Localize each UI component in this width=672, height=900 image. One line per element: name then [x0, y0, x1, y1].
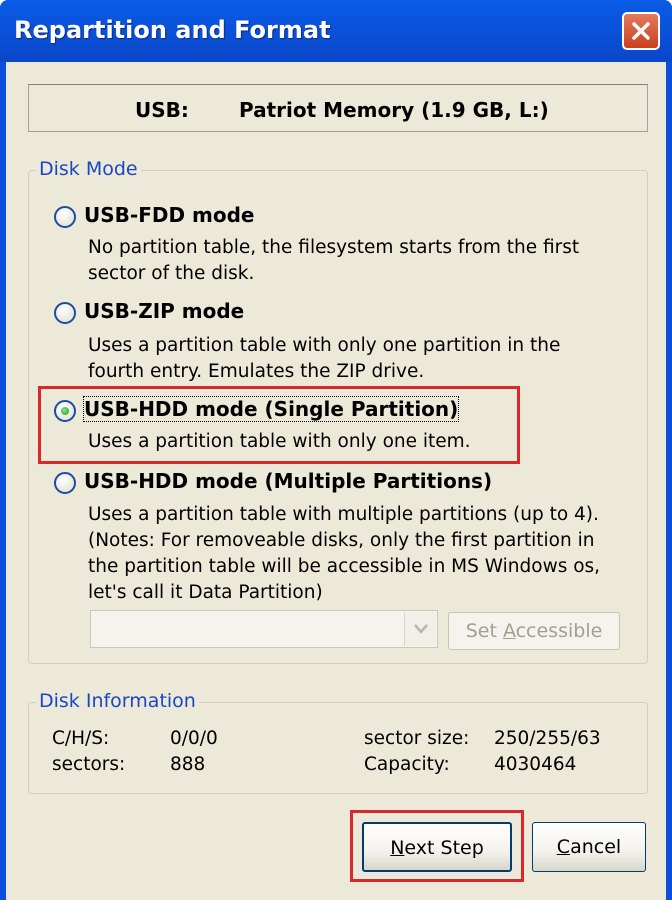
- usb-device-panel: USB: Patriot Memory (1.9 GB, L:): [28, 84, 648, 132]
- button-text: ccessible: [515, 620, 603, 642]
- disk-info-title: Disk Information: [36, 690, 199, 712]
- sectors-value: 888: [170, 754, 206, 775]
- option-description: No partition table, the filesystem start…: [88, 235, 579, 287]
- usb-device-name: Patriot Memory (1.9 GB, L:): [239, 98, 549, 122]
- desc-line: the partition table will be accessible i…: [88, 556, 601, 577]
- radio-selected-dot: [61, 407, 69, 415]
- desc-line: fourth entry. Emulates the ZIP drive.: [88, 361, 425, 382]
- title-bar[interactable]: Repartition and Format: [0, 0, 672, 62]
- window-title: Repartition and Format: [14, 16, 331, 44]
- disk-mode-title: Disk Mode: [36, 158, 141, 180]
- desc-line: let's call it Data Partition): [88, 582, 323, 603]
- button-text: ancel: [570, 836, 622, 858]
- radio-button[interactable]: [54, 206, 76, 228]
- radio-label: USB-HDD mode (Single Partition): [82, 396, 460, 422]
- desc-line: Uses a partition table with only one par…: [88, 335, 561, 356]
- chevron-down-icon: [414, 624, 428, 634]
- next-step-button[interactable]: Next Step: [362, 822, 512, 872]
- sector-size-label: sector size:: [364, 728, 470, 749]
- sector-size-value: 250/255/63: [494, 728, 601, 749]
- desc-line: No partition table, the filesystem start…: [88, 237, 580, 258]
- radio-button[interactable]: [54, 400, 76, 422]
- capacity-label: Capacity:: [364, 754, 450, 775]
- partition-select[interactable]: [90, 610, 438, 648]
- button-text: Set: [465, 620, 503, 642]
- radio-button[interactable]: [54, 302, 76, 324]
- dropdown-button[interactable]: [404, 612, 436, 646]
- usb-label: USB:: [135, 98, 189, 122]
- radio-label: USB-ZIP mode: [84, 299, 245, 323]
- cancel-button[interactable]: Cancel: [532, 822, 646, 872]
- option-description: Uses a partition table with multiple par…: [88, 502, 600, 606]
- option-description: Uses a partition table with only one par…: [88, 333, 560, 385]
- button-mnemonic: N: [390, 837, 405, 859]
- set-accessible-button[interactable]: Set Accessible: [448, 612, 620, 650]
- button-mnemonic: A: [502, 620, 516, 642]
- option-description: Uses a partition table with only one ite…: [88, 429, 471, 455]
- dialog-body: USB: Patriot Memory (1.9 GB, L:) Disk Mo…: [6, 62, 666, 900]
- radio-label: USB-HDD mode (Multiple Partitions): [84, 469, 493, 493]
- radio-label: USB-FDD mode: [84, 203, 255, 227]
- dialog-window: Repartition and Format USB: Patriot Memo…: [0, 0, 672, 900]
- desc-line: sector of the disk.: [88, 263, 255, 284]
- button-text: ext Step: [404, 837, 484, 859]
- desc-line: (Notes: For removeable disks, only the f…: [88, 530, 595, 551]
- sectors-label: sectors:: [52, 754, 126, 775]
- desc-line: Uses a partition table with multiple par…: [88, 504, 599, 525]
- close-icon: [632, 22, 650, 40]
- desc-line: Uses a partition table with only one ite…: [88, 431, 471, 452]
- capacity-value: 4030464: [494, 754, 577, 775]
- chs-label: C/H/S:: [52, 728, 110, 749]
- radio-button[interactable]: [54, 472, 76, 494]
- close-button[interactable]: [622, 12, 660, 50]
- button-mnemonic: C: [556, 836, 571, 858]
- chs-value: 0/0/0: [170, 728, 218, 749]
